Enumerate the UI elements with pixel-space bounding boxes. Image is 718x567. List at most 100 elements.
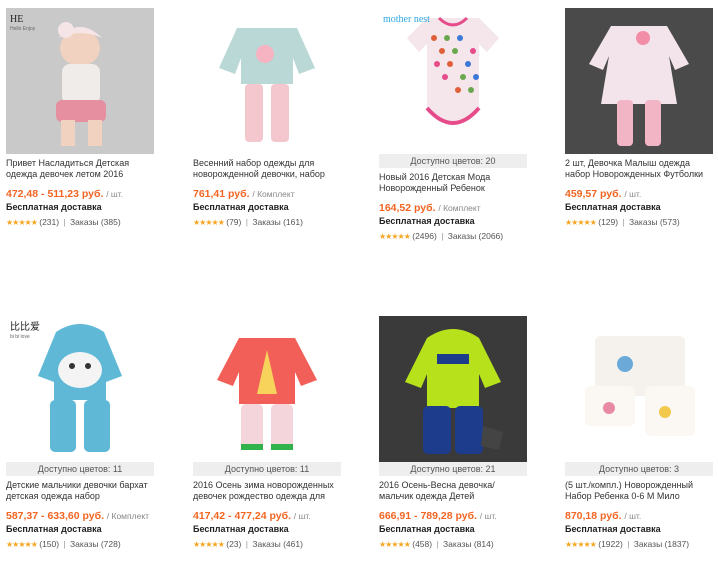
review-count[interactable]: (79)	[226, 217, 241, 227]
orders-count: Заказы (728)	[70, 539, 121, 549]
available-colors: Доступно цветов: 21	[379, 462, 527, 476]
product-card[interactable]: Доступно цветов: 11 2016 Осень зима ново…	[193, 316, 341, 549]
product-title: 2016 Осень-Весна девочка/мальчик одежда …	[379, 480, 527, 502]
separator: |	[441, 231, 444, 241]
product-card[interactable]: mother nest Доступно цветов: 20 Новый 20…	[379, 8, 527, 241]
available-colors: Доступно цветов: 11	[193, 462, 341, 476]
price-unit: / шт.	[624, 511, 642, 521]
rating-row: ★★★★★ (1922) | Заказы (1837)	[565, 539, 713, 549]
product-image[interactable]	[193, 316, 341, 462]
rating-stars-icon: ★★★★★	[193, 540, 225, 549]
product-title: 2016 Осень зима новорожденных девочек ро…	[193, 480, 341, 502]
rating-stars-icon: ★★★★★	[565, 540, 597, 549]
review-count[interactable]: (458)	[412, 539, 432, 549]
rating-row: ★★★★★ (231) | Заказы (385)	[6, 217, 154, 227]
price-row: 761,41 руб. / Комплект	[193, 188, 341, 200]
rating-row: ★★★★★ (2496) | Заказы (2066)	[379, 231, 527, 241]
orders-count: Заказы (461)	[252, 539, 303, 549]
product-price: 761,41 руб.	[193, 188, 250, 200]
price-unit: / Комплект	[438, 203, 481, 213]
orders-count: Заказы (573)	[629, 217, 680, 227]
product-price: 472,48 - 511,23 руб.	[6, 188, 104, 200]
review-count[interactable]: (23)	[226, 539, 241, 549]
product-photo: HEHello Enjoy	[6, 8, 154, 154]
review-count[interactable]: (2496)	[412, 231, 437, 241]
product-photo	[565, 8, 713, 154]
product-image[interactable]	[565, 8, 713, 154]
product-image[interactable]: 比比爱 bi bi love	[6, 316, 154, 462]
shipping-info: Бесплатная доставка	[379, 524, 475, 534]
product-price: 587,37 - 633,60 руб.	[6, 510, 104, 522]
rating-stars-icon: ★★★★★	[193, 218, 225, 227]
price-row: 417,42 - 477,24 руб. / шт.	[193, 510, 341, 522]
rating-row: ★★★★★ (23) | Заказы (461)	[193, 539, 341, 549]
price-unit: / шт.	[479, 511, 497, 521]
product-card[interactable]: Весенний набор одежды для новорожденной …	[193, 8, 341, 227]
review-count[interactable]: (231)	[39, 217, 59, 227]
shipping-info: Бесплатная доставка	[565, 202, 661, 212]
product-card[interactable]: 比比爱 bi bi love Доступно цветов: 11 Детски…	[6, 316, 154, 549]
price-row: 587,37 - 633,60 руб. / Комплект	[6, 510, 154, 522]
product-card[interactable]: Доступно цветов: 21 2016 Осень-Весна дев…	[379, 316, 527, 549]
orders-count: Заказы (814)	[443, 539, 494, 549]
product-price: 870,18 руб.	[565, 510, 622, 522]
separator: |	[627, 539, 630, 549]
product-card[interactable]: Доступно цветов: 3 (5 шт./компл.) Новоро…	[565, 316, 713, 549]
product-title: Новый 2016 Детская Мода Новорожденный Ре…	[379, 172, 527, 194]
product-title: Привет Насладиться Детская одежда девоче…	[6, 158, 154, 180]
brand-logo-sub: bi bi love	[10, 334, 30, 340]
product-card[interactable]: 2 шт, Девочка Малыш одежда набор Новорож…	[565, 8, 713, 227]
product-title: 2 шт, Девочка Малыш одежда набор Новорож…	[565, 158, 713, 180]
rating-row: ★★★★★ (458) | Заказы (814)	[379, 539, 527, 549]
product-price: 164,52 руб.	[379, 202, 436, 214]
separator: |	[63, 539, 66, 549]
product-title-link[interactable]: 2016 Осень-Весна девочка/мальчик одежда …	[379, 480, 495, 501]
product-title-link[interactable]: 2 шт, Девочка Малыш одежда набор Новорож…	[565, 158, 703, 179]
rating-row: ★★★★★ (129) | Заказы (573)	[565, 217, 713, 227]
price-row: 472,48 - 511,23 руб. / шт.	[6, 188, 154, 200]
price-unit: / Комплект	[252, 189, 295, 199]
product-image[interactable]	[379, 316, 527, 462]
review-count[interactable]: (150)	[39, 539, 59, 549]
product-image[interactable]: mother nest	[379, 8, 527, 154]
price-row: 164,52 руб. / Комплект	[379, 202, 527, 214]
product-image[interactable]	[565, 316, 713, 462]
product-title-link[interactable]: Детские мальчики девочки бархат детская …	[6, 480, 148, 501]
separator: |	[245, 217, 248, 227]
rating-row: ★★★★★ (150) | Заказы (728)	[6, 539, 154, 549]
product-image[interactable]: HE Hello Enjoy	[6, 8, 154, 154]
review-count[interactable]: (129)	[598, 217, 618, 227]
price-row: 666,91 - 789,28 руб. / шт.	[379, 510, 527, 522]
available-colors: Доступно цветов: 20	[379, 154, 527, 168]
rating-stars-icon: ★★★★★	[379, 232, 411, 241]
product-title: (5 шт./компл.) Новорожденный Набор Ребен…	[565, 480, 713, 502]
rating-stars-icon: ★★★★★	[379, 540, 411, 549]
rating-stars-icon: ★★★★★	[565, 218, 597, 227]
product-title-link[interactable]: Весенний набор одежды для новорожденной …	[193, 158, 325, 179]
product-title-link[interactable]: Новый 2016 Детская Мода Новорожденный Ре…	[379, 172, 490, 193]
shipping-info: Бесплатная доставка	[6, 524, 102, 534]
separator: |	[436, 539, 439, 549]
shipping-info: Бесплатная доставка	[193, 202, 289, 212]
orders-count: Заказы (385)	[70, 217, 121, 227]
review-count[interactable]: (1922)	[598, 539, 623, 549]
price-unit: / Комплект	[106, 511, 150, 521]
shipping-info: Бесплатная доставка	[193, 524, 289, 534]
product-title-link[interactable]: (5 шт./компл.) Новорожденный Набор Ребен…	[565, 480, 693, 501]
brand-logo: 比比爱	[10, 320, 40, 333]
product-title-link[interactable]: Привет Насладиться Детская одежда девоче…	[6, 158, 129, 179]
shipping-info: Бесплатная доставка	[379, 216, 475, 226]
rating-stars-icon: ★★★★★	[6, 540, 38, 549]
available-colors: Доступно цветов: 3	[565, 462, 713, 476]
product-photo: mother nest	[379, 8, 527, 154]
product-title: Детские мальчики девочки бархат детская …	[6, 480, 154, 502]
product-card[interactable]: HE Hello Enjoy Привет Насладиться Детская…	[6, 8, 154, 227]
product-image[interactable]	[193, 8, 341, 154]
product-title-link[interactable]: 2016 Осень зима новорожденных девочек ро…	[193, 480, 334, 501]
brand-logo-sub: Hello Enjoy	[10, 26, 36, 32]
product-grid: HE Hello Enjoy Привет Насладиться Детская…	[0, 0, 718, 567]
price-row: 459,57 руб. / шт.	[565, 188, 713, 200]
product-price: 666,91 - 789,28 руб.	[379, 510, 477, 522]
product-photo	[565, 316, 713, 462]
product-price: 417,42 - 477,24 руб.	[193, 510, 291, 522]
